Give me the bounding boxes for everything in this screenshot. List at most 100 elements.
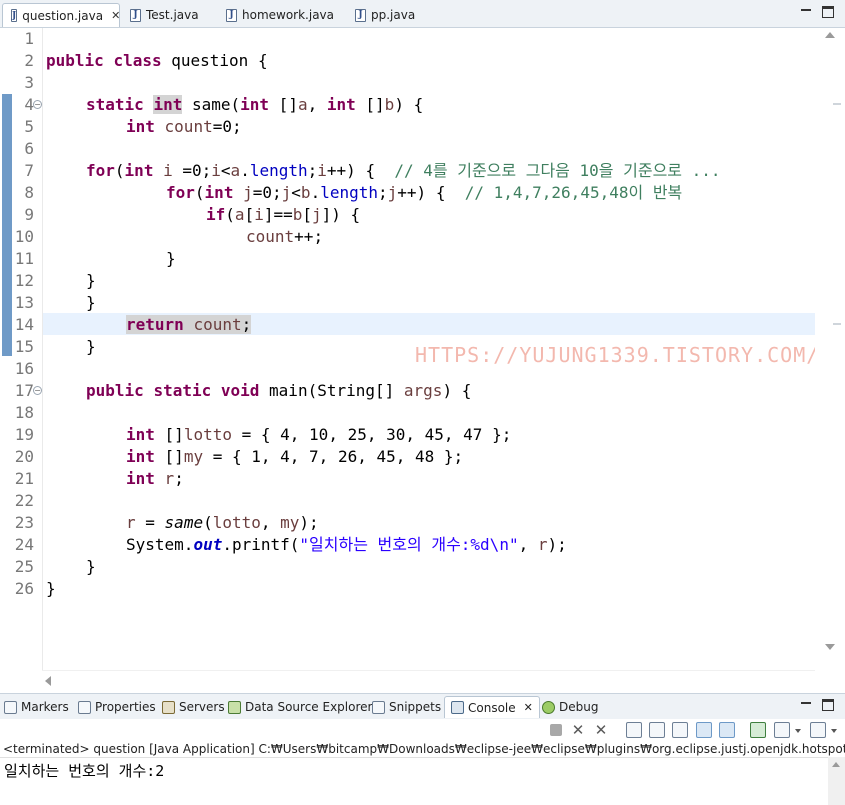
code-line-8: for(int j=0;j<b.length;j++) { // 1,4,7,2… (43, 182, 815, 204)
line-number: 9 (24, 205, 34, 224)
line-number: 18 (14, 403, 34, 422)
keyword: int (126, 447, 155, 466)
fold-collapse-icon[interactable]: − (33, 100, 42, 109)
local-variable: i (211, 161, 221, 180)
show-stderr-icon[interactable] (719, 722, 735, 738)
open-console-icon[interactable] (810, 722, 826, 738)
console-toolbar: ✕ ✕ (0, 719, 845, 741)
overview-ruler-mark[interactable] (833, 103, 841, 105)
code-text: < (291, 183, 301, 202)
code-line-23: r = same(lotto, my); (43, 512, 815, 534)
tab-markers[interactable]: Markers (4, 696, 69, 718)
line-number: 21 (14, 469, 34, 488)
code-text: same( (182, 95, 241, 114)
keyword: void (220, 381, 260, 400)
line-number: 13 (14, 293, 34, 312)
fold-collapse-icon[interactable]: − (33, 386, 42, 395)
tab-question-java[interactable]: J question.java ✕ (2, 3, 120, 27)
code-line-20: int []my = { 1, 4, 7, 26, 45, 48 }; (43, 446, 815, 468)
remove-all-icon[interactable]: ✕ (593, 722, 609, 738)
keyword: static (86, 95, 144, 114)
remove-launch-icon[interactable]: ✕ (570, 722, 586, 738)
editor-vertical-scrollbar[interactable] (815, 28, 845, 670)
close-icon[interactable]: ✕ (111, 9, 120, 22)
tab-pp-java[interactable]: J pp.java (347, 3, 437, 27)
line-number: 7 (24, 161, 34, 180)
code-text: . (310, 183, 321, 202)
show-stdout-icon[interactable] (696, 722, 712, 738)
local-variable: j (243, 183, 253, 202)
java-file-icon: J (226, 8, 237, 22)
scroll-up-icon[interactable] (825, 32, 835, 38)
minimize-icon[interactable] (800, 6, 812, 18)
java-file-icon: J (130, 8, 141, 22)
display-console-icon[interactable] (774, 722, 790, 738)
console-launch-description: <terminated> question [Java Application]… (0, 741, 845, 757)
close-icon[interactable]: ✕ (524, 701, 533, 714)
line-number: 16 (14, 359, 34, 378)
word-wrap-icon[interactable] (672, 722, 688, 738)
code-text: , (260, 513, 281, 532)
parameter: a (234, 205, 245, 224)
editor-horizontal-scrollbar[interactable] (42, 670, 815, 690)
line-number: 15 (14, 337, 34, 356)
keyword: public (46, 51, 104, 70)
keyword: class (113, 51, 162, 70)
code-line-17: public static void main(String[] args) { (43, 380, 815, 402)
java-file-icon: J (11, 9, 18, 22)
editor-tab-bar: J question.java ✕ J Test.java J homework… (0, 0, 845, 28)
terminate-icon[interactable] (550, 724, 562, 736)
overview-ruler-mark[interactable] (833, 323, 841, 325)
code-text: [ (302, 205, 313, 224)
tab-test-java[interactable]: J Test.java (122, 3, 220, 27)
keyword: int (126, 425, 155, 444)
tab-data-source-explorer[interactable]: Data Source Explorer (228, 696, 372, 718)
tab-servers[interactable]: Servers (162, 696, 225, 718)
watermark: HTTPS://YUJUNG1339.TISTORY.COM/ (415, 343, 820, 367)
markers-icon (4, 700, 17, 714)
tab-debug[interactable]: Debug (542, 696, 598, 718)
line-number: 8 (24, 183, 34, 202)
line-number: 2 (24, 51, 34, 70)
chevron-down-icon[interactable] (795, 729, 801, 733)
code-text: ( (203, 513, 213, 532)
console-output-line: 일치하는 번호의 개수:2 (4, 762, 165, 780)
pin-console-icon[interactable] (750, 722, 766, 738)
maximize-icon[interactable] (822, 699, 834, 711)
parameter: a (230, 161, 241, 180)
tab-homework-java[interactable]: J homework.java (218, 3, 346, 27)
tab-label: Properties (95, 700, 156, 714)
minimize-icon[interactable] (800, 699, 812, 711)
console-output-area[interactable]: 일치하는 번호의 개수:2 (0, 757, 845, 805)
static-method-call: same (164, 513, 204, 532)
line-number: 22 (14, 491, 34, 510)
code-line-13: } (86, 293, 96, 312)
code-text: . (240, 161, 250, 180)
parameter: b (384, 95, 395, 114)
tab-properties[interactable]: Properties (78, 696, 156, 718)
tab-snippets[interactable]: Snippets (372, 696, 441, 718)
scroll-lock-icon[interactable] (649, 722, 665, 738)
maximize-icon[interactable] (822, 6, 834, 18)
chevron-down-icon[interactable] (831, 729, 837, 733)
code-line-2: public class question { (43, 50, 815, 72)
code-editor[interactable]: 1 2 3 4 5 6 7 8 9 10 11 12 13 14 15 16 1… (0, 28, 845, 690)
keyword: return (126, 315, 184, 334)
console-vertical-scrollbar[interactable] (828, 757, 845, 805)
local-variable: i (163, 161, 173, 180)
tab-label: Console (468, 700, 516, 715)
local-variable: r (537, 535, 548, 554)
scroll-up-icon[interactable] (832, 762, 840, 767)
line-number: 20 (14, 447, 34, 466)
clear-console-icon[interactable] (626, 722, 642, 738)
local-variable: lotto (212, 513, 261, 532)
tab-console[interactable]: Console ✕ (444, 696, 540, 718)
code-text: ); (547, 535, 567, 554)
code-text: ; (174, 469, 184, 488)
scroll-down-icon[interactable] (825, 644, 835, 650)
code-line-12: } (86, 271, 96, 290)
scroll-left-icon[interactable] (45, 676, 51, 686)
code-text: ++) { (326, 161, 395, 180)
field: length (249, 161, 308, 180)
